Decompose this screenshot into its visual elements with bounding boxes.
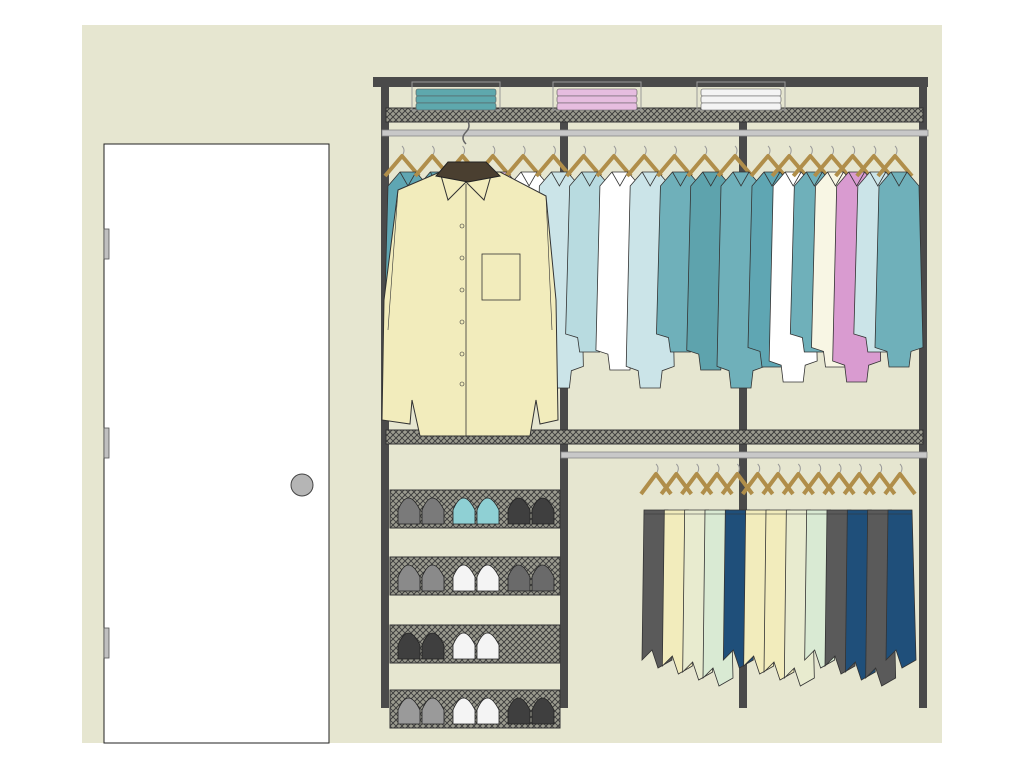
shoe-rack	[389, 556, 561, 596]
folded-clothes-icon	[556, 88, 638, 97]
upper-right-garments	[747, 145, 924, 383]
shirt-icon	[874, 171, 924, 368]
folded-clothes-icon	[700, 95, 782, 104]
door-hinge-middle	[103, 427, 110, 459]
door-icon[interactable]	[103, 143, 330, 744]
folded-clothes-icon	[415, 102, 497, 111]
door[interactable]	[103, 143, 330, 744]
shirt-icon	[381, 171, 559, 437]
folded-clothes-icon	[415, 95, 497, 104]
lower-hanging-rod	[560, 451, 928, 459]
door-hinge-top	[103, 228, 110, 260]
folded-clothes-icon	[556, 102, 638, 111]
door-hinge-bottom	[103, 627, 110, 659]
folded-clothes-icon	[700, 88, 782, 97]
right-post	[919, 77, 927, 708]
door-knob[interactable]	[290, 473, 314, 497]
pants-icon	[885, 509, 917, 669]
folded-clothes-icon	[415, 88, 497, 97]
shoe-rack	[389, 624, 561, 664]
shoe-rack	[389, 689, 561, 729]
closet-diagram	[82, 25, 942, 744]
folded-clothes-icon	[700, 102, 782, 111]
shoe-rack	[389, 489, 561, 529]
folded-clothes-icon	[556, 95, 638, 104]
